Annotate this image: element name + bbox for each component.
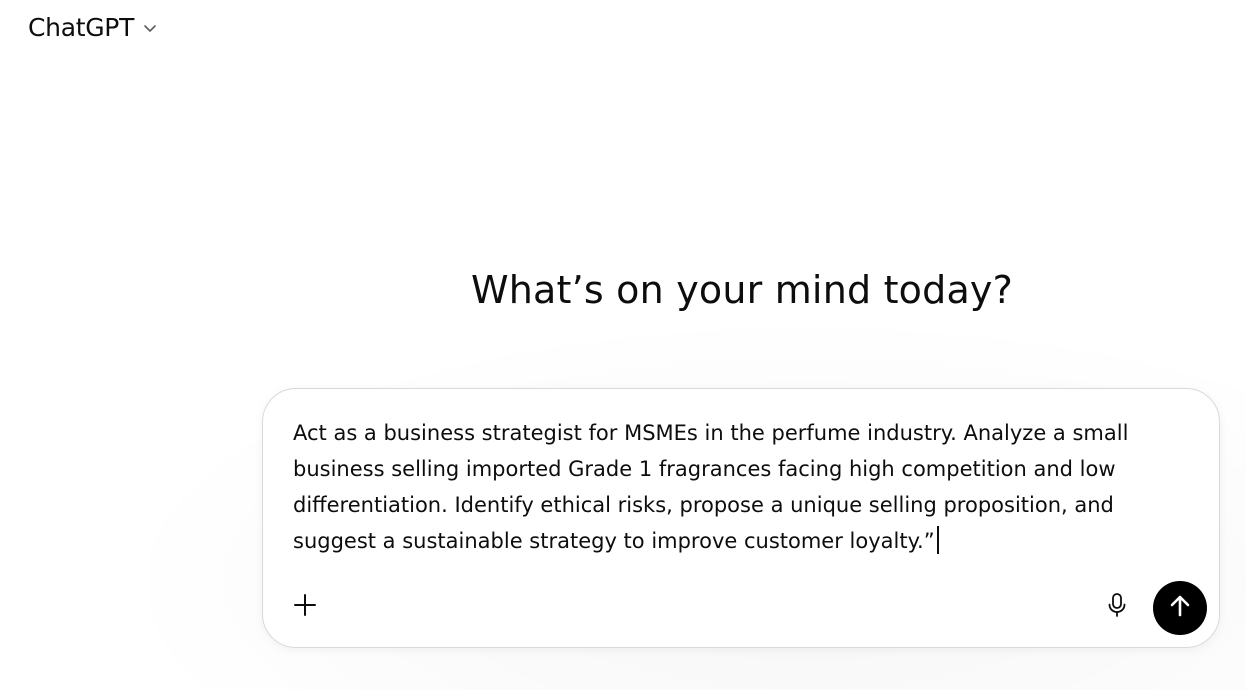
model-name: ChatGPT (28, 12, 135, 42)
prompt-input-text: Act as a business strategist for MSMEs i… (293, 421, 1129, 553)
send-button[interactable] (1153, 581, 1207, 635)
prompt-input[interactable]: Act as a business strategist for MSMEs i… (293, 415, 1173, 559)
arrow-up-icon (1166, 592, 1194, 624)
chevron-down-icon (142, 20, 158, 36)
plus-icon (292, 592, 318, 622)
microphone-icon (1105, 592, 1129, 622)
attach-button[interactable] (287, 589, 323, 625)
chat-page: ChatGPT What’s on your mind today? Act a… (0, 0, 1246, 690)
composer: Act as a business strategist for MSMEs i… (262, 388, 1220, 648)
voice-input-button[interactable] (1099, 589, 1135, 625)
model-selector[interactable]: ChatGPT (20, 8, 166, 46)
text-caret (936, 526, 939, 554)
page-title: What’s on your mind today? (470, 268, 1013, 312)
